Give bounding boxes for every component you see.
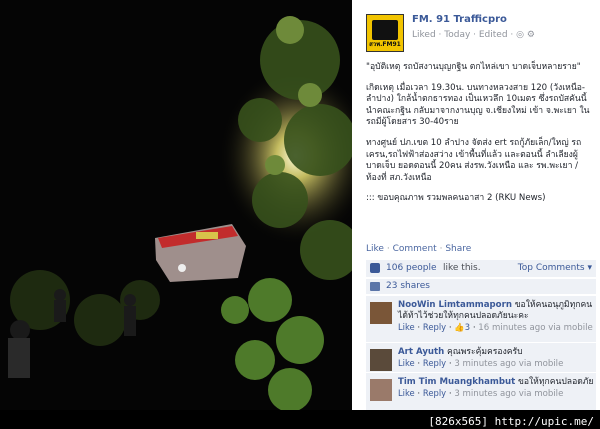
post-paragraph: เกิดเหตุ เมื่อเวลา 19.30น. บนทางหลวงสาย … [366,82,590,128]
separator: · [439,244,443,254]
comment-body: Art Ayuth คุณพระคุ้มครองครับ Like · Repl… [398,347,564,370]
comment-text: คุณพระคุ้มครองครับ [447,347,523,357]
accident-photo [0,0,352,410]
shares-link[interactable]: 23 shares [386,281,430,291]
likes-text: like this. [443,263,481,273]
avatar[interactable] [370,302,392,324]
post-credit: ::: ขอบคุณภาพ รวมพลคนอาสา 2 (RKU News) [366,193,546,204]
separator: · [386,244,390,254]
post-meta: Liked · Today · Edited · ◎ ⚙ [412,30,535,40]
top-comments-dropdown[interactable]: Top Comments ▾ [518,263,592,273]
comment-reply-link[interactable]: Reply [423,358,446,368]
logo-emblem [372,20,398,40]
comment-reply-link[interactable]: Reply [423,388,446,398]
comment-like-count[interactable]: 👍3 [454,322,470,332]
avatar[interactable] [370,379,392,401]
comment-time[interactable]: 3 minutes ago via mobile [454,389,563,399]
comment-item: Art Ayuth คุณพระคุ้มครองครับ Like · Repl… [366,343,596,372]
comment-time[interactable]: 3 minutes ago via mobile [454,359,563,369]
page-logo[interactable]: สวพ.FM91 [366,14,404,52]
comment-like-link[interactable]: Like [398,358,415,368]
post-headline: "อุบัติเหตุ รถบัสงานบุญกฐิน ตกไหล่เขา บา… [366,62,581,72]
settings-icon[interactable]: ⚙ [527,30,535,40]
share-link[interactable]: Share [445,244,471,254]
shares-bar: 23 shares [366,279,596,294]
commenter-name[interactable]: Tim Tim Muangkhambut [398,377,515,387]
timestamp[interactable]: Today [444,30,470,40]
comment-item: NooWin Limtammaporn ขอให้คนอนุภูมิทุกคนไ… [366,296,596,342]
edited-label[interactable]: Edited [479,30,508,40]
logo-text: สวพ.FM91 [369,41,401,48]
comment-text: ขอให้ทุกคนปลอดภัย [517,377,594,387]
liked-label[interactable]: Liked [412,30,436,40]
commenter-name[interactable]: NooWin Limtammaporn [398,300,512,310]
commenter-name[interactable]: Art Ayuth [398,347,444,357]
post-panel: สวพ.FM91 FM. 91 Trafficpro Liked · Today… [352,0,600,410]
comment-reply-link[interactable]: Reply [423,322,446,332]
likes-count-link[interactable]: 106 people [386,263,437,273]
like-link[interactable]: Like [366,244,384,254]
post-actions: Like · Comment · Share [366,244,471,254]
thumbs-up-icon [370,263,380,273]
comment-time[interactable]: 16 minutes ago via mobile [478,323,593,333]
image-watermark: [826x565] http://upic.me/ [428,415,594,428]
globe-icon: ◎ [516,30,525,40]
post-paragraph: ทางศูนย์ ปภ.เขต 10 ลำปาง จัดส่ง ert รถกู… [366,137,582,183]
comment-body: NooWin Limtammaporn ขอให้คนอนุภูมิทุกคนไ… [398,300,593,334]
share-icon [370,282,380,291]
likes-bar: 106 people like this. Top Comments ▾ [366,260,596,277]
comment-body: Tim Tim Muangkhambut ขอให้ทุกคนปลอดภัย L… [398,377,594,400]
avatar[interactable] [370,349,392,371]
page-name-link[interactable]: FM. 91 Trafficpro [412,14,507,25]
comment-link[interactable]: Comment [393,244,437,254]
comment-item: Tim Tim Muangkhambut ขอให้ทุกคนปลอดภัย L… [366,373,596,410]
comment-like-link[interactable]: Like [398,388,415,398]
comment-like-link[interactable]: Like [398,322,415,332]
post-text: "อุบัติเหตุ รถบัสงานบุญกฐิน ตกไหล่เขา บา… [366,62,592,214]
